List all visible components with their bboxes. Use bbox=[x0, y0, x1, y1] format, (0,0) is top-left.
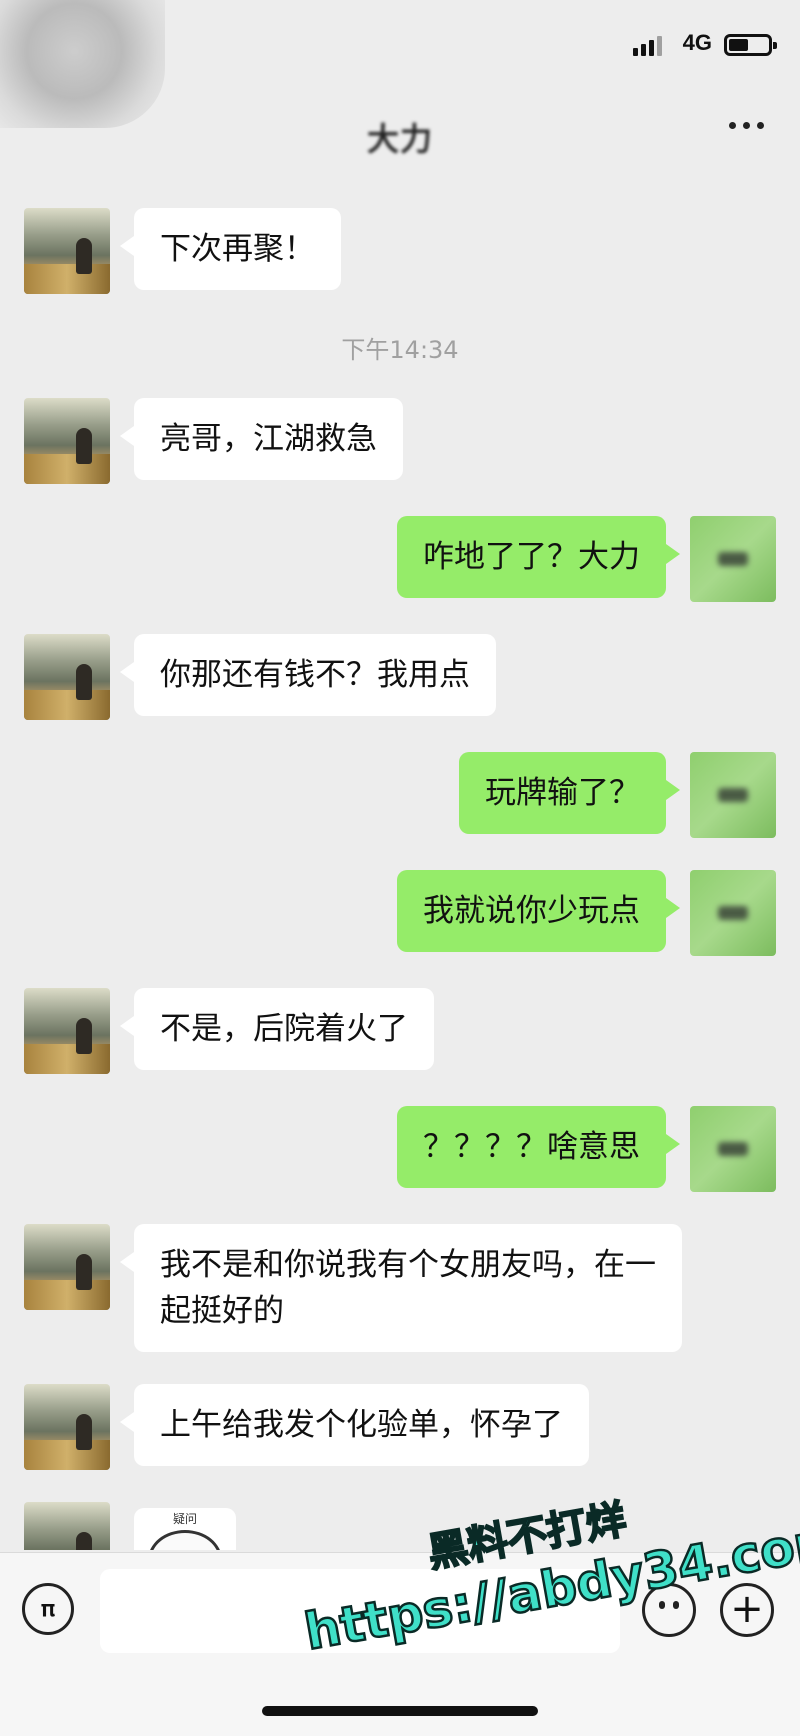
voice-icon[interactable]: 𝛑 bbox=[22, 1583, 74, 1635]
message-input[interactable] bbox=[100, 1569, 620, 1653]
avatar[interactable] bbox=[24, 1502, 110, 1550]
message-bubble-incoming[interactable]: 亮哥，江湖救急 bbox=[120, 398, 403, 480]
sticker-caption: 疑问 bbox=[172, 1512, 197, 1526]
avatar[interactable] bbox=[24, 398, 110, 484]
network-label: 4G bbox=[682, 30, 712, 55]
avatar[interactable] bbox=[690, 752, 776, 838]
emoji-icon[interactable] bbox=[642, 1583, 696, 1637]
status-bar: 4G bbox=[0, 0, 800, 128]
signal-icon bbox=[633, 36, 662, 56]
avatar[interactable] bbox=[24, 1224, 110, 1310]
sticker-face-icon bbox=[148, 1530, 222, 1550]
avatar[interactable] bbox=[24, 1384, 110, 1470]
avatar[interactable] bbox=[24, 208, 110, 294]
battery-level bbox=[729, 39, 749, 51]
message-bubble-incoming[interactable]: 不是，后院着火了 bbox=[120, 988, 434, 1070]
message-bubble-incoming[interactable]: 下次再聚！ bbox=[120, 208, 341, 290]
message-bubble-incoming[interactable]: 你那还有钱不？我用点 bbox=[120, 634, 496, 716]
chat-header: 大力 bbox=[0, 92, 800, 178]
more-dots-icon[interactable] bbox=[729, 122, 764, 129]
message-bubble-outgoing[interactable]: 咋地了了？大力 bbox=[397, 516, 680, 598]
battery-icon bbox=[724, 34, 777, 56]
message-bubble-outgoing[interactable]: ？？？？啥意思 bbox=[397, 1106, 680, 1188]
avatar[interactable] bbox=[690, 516, 776, 602]
message-bubble-incoming[interactable]: 我不是和你说我有个女朋友吗，在一起挺好的 bbox=[120, 1224, 682, 1352]
message-bubble-outgoing[interactable]: 玩牌输了？ bbox=[459, 752, 680, 834]
plus-icon[interactable]: + bbox=[720, 1583, 774, 1637]
avatar[interactable] bbox=[24, 988, 110, 1074]
avatar[interactable] bbox=[690, 870, 776, 956]
message-list[interactable]: 下次再聚！ 下午14:34 亮哥，江湖救急 咋地了了？大力 你那还有钱不？我用点… bbox=[0, 180, 800, 1550]
avatar[interactable] bbox=[690, 1106, 776, 1192]
message-bubble-incoming[interactable]: 上午给我发个化验单，怀孕了 bbox=[120, 1384, 589, 1466]
chat-title: 大力 bbox=[366, 120, 433, 158]
sticker-message[interactable]: 疑问 bbox=[134, 1508, 236, 1550]
home-indicator bbox=[262, 1706, 538, 1716]
avatar[interactable] bbox=[24, 634, 110, 720]
timestamp: 下午14:34 bbox=[341, 336, 459, 364]
input-bar: 𝛑 + bbox=[0, 1552, 800, 1736]
message-bubble-outgoing[interactable]: 我就说你少玩点 bbox=[397, 870, 680, 952]
